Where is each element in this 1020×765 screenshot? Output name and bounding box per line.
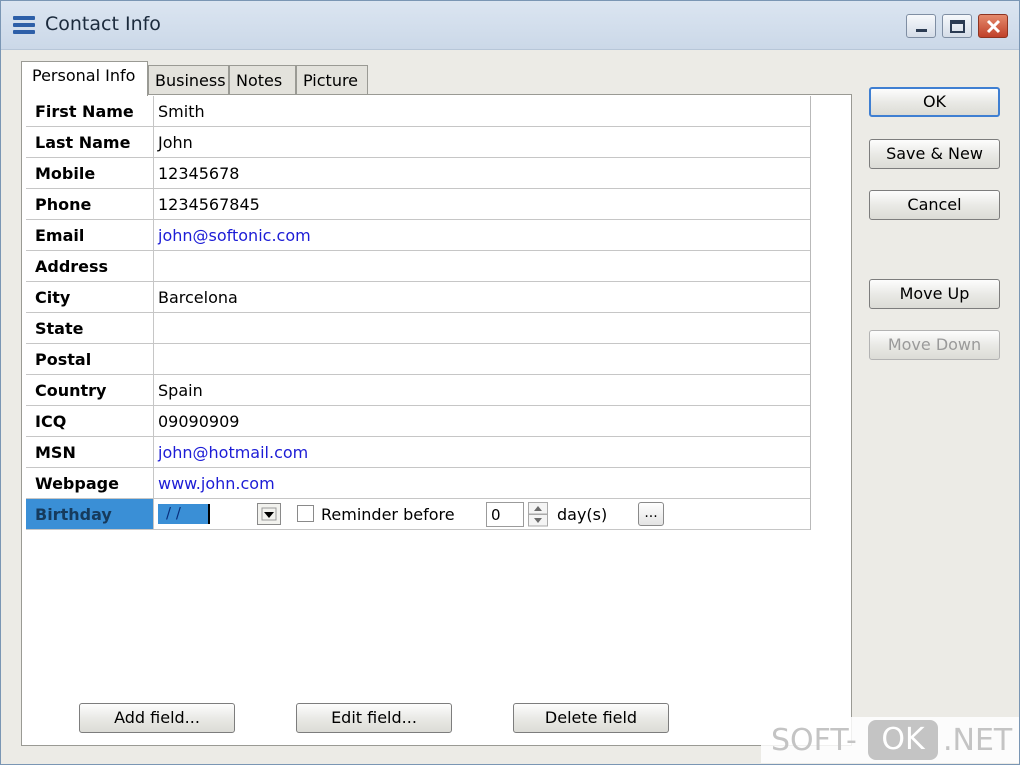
field-value[interactable]: Barcelona	[155, 282, 810, 312]
tab-label: Picture	[303, 71, 359, 90]
field-row-mobile[interactable]: Mobile 12345678	[26, 158, 810, 189]
chevron-down-icon	[261, 507, 277, 521]
field-value[interactable]: 09090909	[155, 406, 810, 436]
field-row-msn[interactable]: MSN john@hotmail.com	[26, 437, 810, 468]
tab-picture[interactable]: Picture	[296, 65, 368, 95]
field-label: MSN	[26, 437, 154, 467]
email-link[interactable]: john@softonic.com	[155, 220, 810, 250]
personal-info-panel: First Name Smith Last Name John Mobile 1234…	[21, 94, 852, 746]
field-label: Webpage	[26, 468, 154, 498]
reminder-days-input[interactable]: 0	[486, 502, 524, 527]
field-label: Mobile	[26, 158, 154, 188]
field-row-last-name[interactable]: Last Name John	[26, 127, 810, 158]
field-row-first-name[interactable]: First Name Smith	[26, 96, 810, 127]
days-spinner[interactable]	[528, 502, 548, 527]
maximize-button[interactable]	[942, 14, 972, 38]
field-label: Last Name	[26, 127, 154, 157]
field-row-phone[interactable]: Phone 1234567845	[26, 189, 810, 220]
field-label: Birthday	[26, 499, 154, 529]
field-row-city[interactable]: City Barcelona	[26, 282, 810, 313]
watermark: SOFT- OK .NET	[761, 717, 1019, 763]
tab-label: Business	[155, 71, 226, 90]
field-label: Country	[26, 375, 154, 405]
birthday-date-input[interactable]: / /	[158, 504, 210, 524]
field-label: ICQ	[26, 406, 154, 436]
field-row-country[interactable]: Country Spain	[26, 375, 810, 406]
tab-label: Notes	[236, 71, 283, 90]
field-value[interactable]: Spain	[155, 375, 810, 405]
add-field-button[interactable]: Add field...	[79, 703, 235, 733]
minimize-icon	[916, 29, 927, 32]
birthday-editor: / / Reminder before 0 day(s) ...	[155, 499, 810, 529]
field-grid: First Name Smith Last Name John Mobile 1234…	[26, 96, 811, 530]
field-value[interactable]: 1234567845	[155, 189, 810, 219]
field-row-email[interactable]: Email john@softonic.com	[26, 220, 810, 251]
reminder-checkbox[interactable]	[297, 505, 314, 522]
watermark-text: SOFT-	[771, 723, 857, 758]
field-value[interactable]: Smith	[155, 96, 810, 126]
move-down-button[interactable]: Move Down	[869, 330, 1000, 360]
field-value[interactable]	[155, 313, 810, 343]
title-bar[interactable]: Contact Info	[1, 1, 1019, 50]
delete-field-button[interactable]: Delete field	[513, 703, 669, 733]
field-label: City	[26, 282, 154, 312]
tab-business[interactable]: Business	[148, 65, 229, 95]
field-label: Email	[26, 220, 154, 250]
watermark-logo: OK	[868, 720, 938, 760]
app-list-icon	[13, 16, 35, 34]
tab-label: Personal Info	[32, 66, 136, 85]
field-row-state[interactable]: State	[26, 313, 810, 344]
cancel-button[interactable]: Cancel	[869, 190, 1000, 220]
field-row-address[interactable]: Address	[26, 251, 810, 282]
field-row-webpage[interactable]: Webpage www.john.com	[26, 468, 810, 499]
field-row-birthday[interactable]: Birthday / / Reminder before 0 day(s) ..…	[26, 499, 810, 530]
field-label: Phone	[26, 189, 154, 219]
field-label: Address	[26, 251, 154, 281]
field-value[interactable]: John	[155, 127, 810, 157]
field-value[interactable]	[155, 344, 810, 374]
maximize-icon	[950, 20, 965, 33]
close-button[interactable]	[978, 14, 1008, 38]
field-label: Postal	[26, 344, 154, 374]
field-value[interactable]: 12345678	[155, 158, 810, 188]
window-title: Contact Info	[45, 13, 161, 35]
reminder-label: Reminder before	[321, 505, 455, 524]
field-row-postal[interactable]: Postal	[26, 344, 810, 375]
tab-notes[interactable]: Notes	[229, 65, 296, 95]
contact-info-window: Contact Info Personal Info Business Note…	[0, 0, 1020, 765]
tab-personal-info[interactable]: Personal Info	[21, 61, 148, 96]
close-icon	[986, 19, 1001, 34]
date-dropdown-button[interactable]	[257, 503, 281, 525]
save-new-button[interactable]: Save & New	[869, 139, 1000, 169]
msn-link[interactable]: john@hotmail.com	[155, 437, 810, 467]
edit-field-button[interactable]: Edit field...	[296, 703, 452, 733]
field-row-icq[interactable]: ICQ 09090909	[26, 406, 810, 437]
days-label: day(s)	[557, 505, 608, 524]
webpage-link[interactable]: www.john.com	[155, 468, 810, 498]
minimize-button[interactable]	[906, 14, 936, 38]
more-options-button[interactable]: ...	[638, 502, 664, 526]
field-label: State	[26, 313, 154, 343]
field-label: First Name	[26, 96, 154, 126]
ok-button[interactable]: OK	[869, 87, 1000, 117]
field-value[interactable]	[155, 251, 810, 281]
watermark-text: .NET	[943, 723, 1013, 758]
move-up-button[interactable]: Move Up	[869, 279, 1000, 309]
